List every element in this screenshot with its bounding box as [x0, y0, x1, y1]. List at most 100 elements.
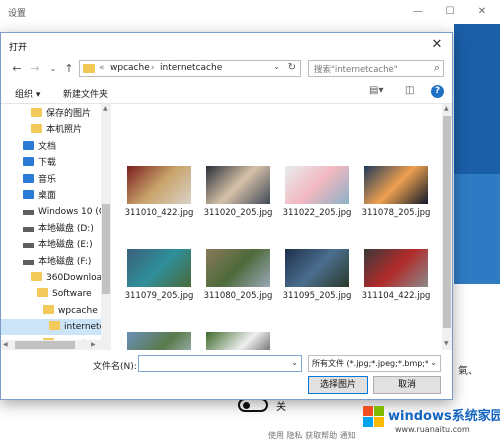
help-icon[interactable]: ? — [431, 85, 444, 98]
file-scrollbar[interactable]: ▲ ▼ — [442, 104, 452, 350]
nav-hscroll-thumb[interactable] — [15, 341, 75, 349]
nav-scrollbar[interactable]: ▲ — [101, 104, 111, 350]
nav-item[interactable]: 保存的图片 — [1, 106, 101, 122]
file-item[interactable]: 311117_205.jpg — [123, 332, 195, 350]
file-item[interactable]: 311095_205.jpg — [281, 249, 353, 319]
download-icon — [23, 157, 34, 167]
file-name: 311079_205.jpg — [124, 291, 194, 301]
folder-icon — [83, 64, 95, 73]
folder-icon — [37, 288, 48, 298]
preview-pane-icon[interactable]: ◫ — [405, 85, 414, 96]
nav-item[interactable]: Windows 10 (C — [1, 204, 105, 220]
recent-dropdown-icon[interactable]: ⌄ — [45, 60, 61, 78]
view-options-icon[interactable]: ▤▾ — [369, 85, 383, 96]
dialog-close-icon[interactable]: ✕ — [426, 35, 448, 55]
new-folder-button[interactable]: 新建文件夹 — [63, 87, 108, 100]
refresh-icon[interactable]: ↻ — [288, 62, 296, 73]
image-thumbnail — [206, 166, 270, 204]
file-name: 311095_205.jpg — [282, 291, 352, 301]
document-icon — [23, 140, 34, 150]
file-item[interactable]: 311022_205.jpg — [281, 166, 353, 236]
nav-item[interactable]: 本地磁盘 (F:) — [1, 254, 101, 270]
settings-titlebar: 设置 — ☐ ✕ — [0, 0, 500, 24]
scroll-up-icon[interactable]: ▲ — [103, 105, 108, 112]
nav-item[interactable]: Software — [1, 286, 101, 302]
drive-icon — [23, 243, 34, 249]
nav-item[interactable]: 下载 — [1, 155, 101, 171]
image-thumbnail — [127, 166, 191, 204]
address-bar[interactable]: « wpcache › internetcache ⌄ ↻ — [79, 60, 301, 77]
scroll-up-icon[interactable]: ▲ — [444, 105, 449, 112]
command-bar: 组织 ▾ 新建文件夹 ▤▾ ◫ ? — [1, 83, 452, 103]
filename-label: 文件名(N): — [93, 362, 137, 372]
nav-item-label: 音乐 — [38, 174, 57, 185]
nav-item[interactable]: 本地磁盘 (E:) — [1, 237, 101, 253]
search-icon[interactable]: ⌕ — [434, 61, 440, 75]
nav-horizontal-scrollbar[interactable]: ◀ ▶ — [1, 340, 101, 350]
settings-title: 设置 — [8, 9, 27, 19]
filetype-dropdown-icon[interactable]: ⌄ — [428, 358, 437, 367]
forward-arrow-icon[interactable]: → — [27, 60, 43, 78]
nav-item-label: 本地磁盘 (F:) — [38, 256, 92, 267]
nav-item-label: 本地磁盘 (E:) — [38, 240, 93, 251]
settings-banner — [454, 24, 500, 174]
folder-icon — [49, 321, 60, 331]
file-item[interactable]: 311126_205.jpg — [202, 332, 274, 350]
nav-item[interactable]: internetcac — [1, 319, 111, 336]
scroll-left-icon[interactable]: ◀ — [3, 341, 8, 348]
file-item[interactable]: 311020_205.jpg — [202, 166, 274, 236]
nav-item[interactable]: 文档 — [1, 139, 101, 155]
filename-input[interactable]: ⌄ — [138, 355, 302, 372]
nav-item[interactable]: 本地磁盘 (D:) — [1, 221, 101, 237]
breadcrumb-internetcache[interactable]: internetcache — [160, 63, 222, 73]
nav-item[interactable]: 本机照片 — [1, 122, 101, 138]
desktop-icon — [23, 190, 34, 199]
open-button[interactable]: 选择图片 — [308, 376, 368, 394]
nav-item-label: 桌面 — [38, 191, 57, 201]
search-placeholder: 搜索"internetcache" — [314, 65, 398, 75]
search-input[interactable]: 搜索"internetcache" ⌕ — [308, 60, 444, 77]
nav-item[interactable]: wpcache — [1, 303, 101, 319]
filetype-select[interactable]: 所有文件 (*.jpg;*.jpeg;*.bmp;*. ⌄ — [308, 355, 441, 372]
nav-item-label: 下载 — [38, 158, 57, 169]
file-item[interactable]: 311079_205.jpg — [123, 249, 195, 319]
scroll-right-icon[interactable]: ▶ — [91, 341, 96, 348]
file-item[interactable]: 311104_422.jpg — [360, 249, 432, 319]
nav-item-label: 本机照片 — [46, 125, 83, 136]
settings-toggle[interactable] — [238, 398, 268, 412]
back-arrow-icon[interactable]: ← — [9, 60, 25, 78]
maximize-icon[interactable]: ☐ — [436, 3, 464, 21]
organize-menu[interactable]: 组织 ▾ — [15, 87, 40, 100]
folder-icon — [31, 272, 42, 281]
file-scroll-thumb[interactable] — [443, 116, 451, 328]
file-item[interactable]: 311080_205.jpg — [202, 249, 274, 319]
scroll-down-icon[interactable]: ▼ — [444, 340, 449, 347]
overflow-chevron-icon[interactable]: « — [99, 63, 105, 73]
file-name: 311104_422.jpg — [361, 291, 431, 301]
image-thumbnail — [127, 332, 191, 350]
close-icon[interactable]: ✕ — [468, 3, 496, 21]
settings-side-text: 氣、 — [458, 366, 478, 377]
address-dropdown-icon[interactable]: ⌄ — [273, 62, 280, 71]
nav-item[interactable]: 360Download — [1, 270, 108, 286]
nav-item-label: Software — [52, 289, 92, 300]
file-item[interactable]: 311010_422.jpg — [123, 166, 195, 236]
cancel-button[interactable]: 取消 — [373, 376, 441, 394]
nav-item[interactable]: 桌面 — [1, 188, 101, 204]
image-thumbnail — [364, 249, 428, 287]
nav-scroll-thumb[interactable] — [102, 204, 110, 294]
music-icon — [23, 173, 34, 183]
folder-icon — [31, 124, 42, 134]
file-name: 311078_205.jpg — [361, 208, 431, 218]
image-thumbnail — [285, 166, 349, 204]
breadcrumb-wpcache[interactable]: wpcache — [110, 63, 150, 73]
file-item[interactable]: 311078_205.jpg — [360, 166, 432, 236]
nav-item[interactable]: 音乐 — [1, 172, 101, 188]
drive-icon — [23, 210, 34, 216]
minimize-icon[interactable]: — — [404, 3, 432, 21]
filename-dropdown-icon[interactable]: ⌄ — [291, 358, 298, 367]
file-name: 311020_205.jpg — [203, 208, 273, 218]
up-arrow-icon[interactable]: ↑ — [61, 60, 77, 78]
settings-banner-lower — [454, 174, 500, 284]
filetype-value: 所有文件 (*.jpg;*.jpeg;*.bmp;*. — [312, 359, 432, 368]
